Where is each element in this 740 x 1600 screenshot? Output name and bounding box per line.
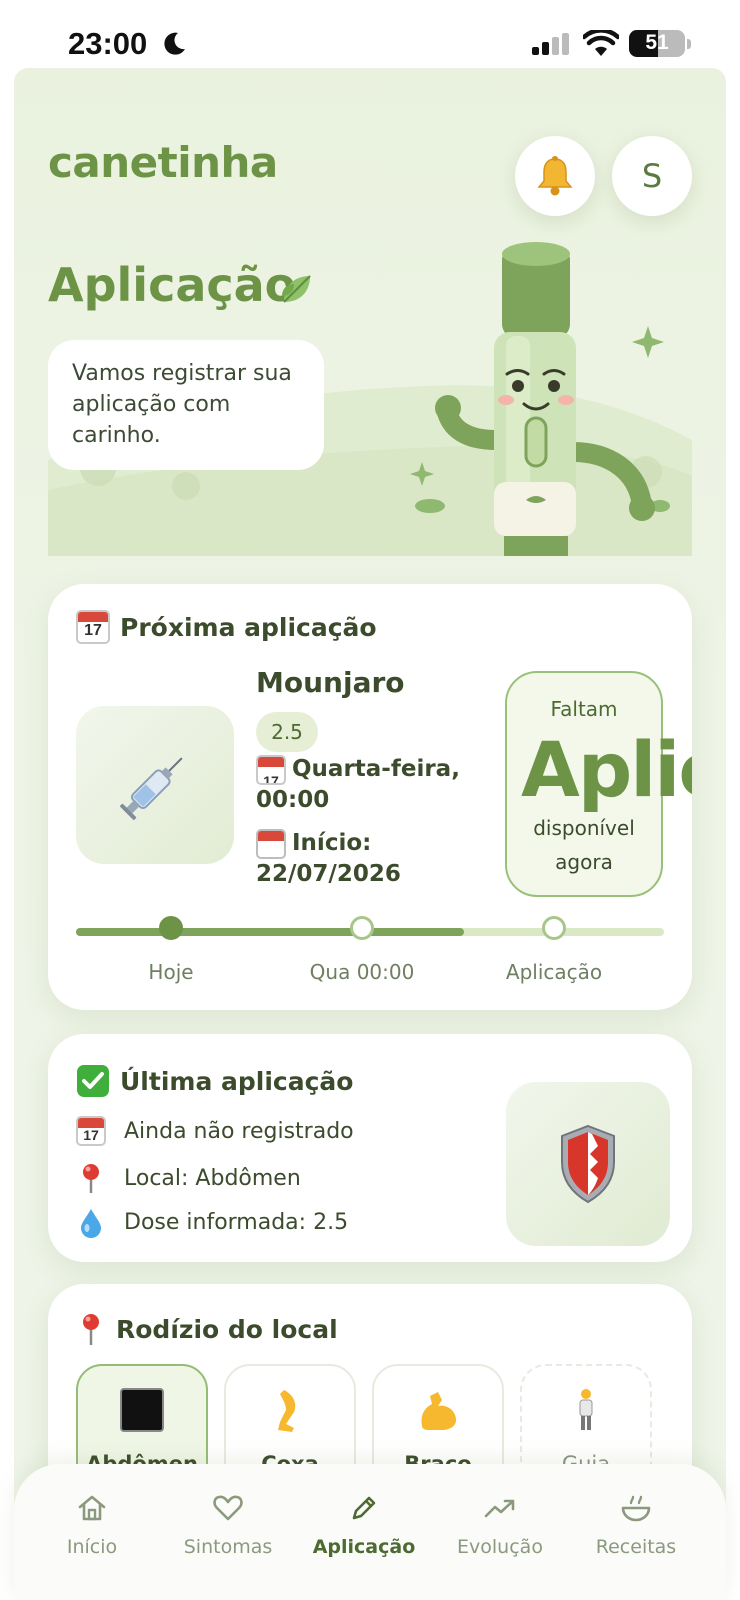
countdown-sub: disponível agora: [533, 816, 635, 874]
shield-icon: [561, 1124, 615, 1204]
next-application-header: 17 Próxima aplicação: [76, 610, 377, 644]
next-application-title: Próxima aplicação: [120, 612, 377, 642]
dose-badge: 2.5: [256, 712, 318, 752]
nav-label: Evolução: [457, 1536, 543, 1558]
nav-item-inicio[interactable]: Início: [32, 1490, 152, 1558]
nav-item-aplicacao[interactable]: Aplicação: [304, 1490, 424, 1558]
bowl-icon: [621, 1495, 651, 1522]
status-bar: 23:00 51: [0, 0, 740, 62]
flexed-biceps-icon: [421, 1392, 456, 1430]
brand-logo: canetinha: [48, 138, 278, 187]
timeline-label-today: Hoje: [148, 960, 194, 984]
check-mark-icon: [77, 1065, 109, 1097]
home-icon: [78, 1495, 106, 1521]
black-square-icon: [120, 1388, 164, 1432]
schedule-text: Quarta-feira, 00:00: [256, 756, 460, 813]
calendar-icon: 17: [256, 754, 286, 785]
timeline-label-next: Qua 00:00: [309, 960, 415, 984]
hero-message-bubble: Vamos registrar sua aplicação com carinh…: [48, 340, 324, 470]
nav-label: Sintomas: [183, 1536, 273, 1558]
pushpin-icon: [83, 1314, 99, 1345]
pushpin-icon: [83, 1164, 99, 1193]
heart-icon: [213, 1495, 243, 1521]
last-site-line: Local: Abdômen: [76, 1162, 301, 1194]
last-dose-text: Dose informada: 2.5: [124, 1209, 349, 1235]
person-standing-icon: [579, 1389, 593, 1430]
leg-icon: [278, 1390, 296, 1432]
status-time: 23:00: [68, 26, 148, 61]
next-application-card: 17 Próxima aplicação Mounjaro 2.5 17 Quar…: [48, 584, 692, 1010]
signal-icon: [532, 33, 569, 55]
syringe-icon: [120, 757, 183, 820]
last-site-text: Local: Abdômen: [124, 1165, 301, 1191]
droplet-icon: [81, 1209, 101, 1238]
last-status-line: 17 Ainda não registrado: [76, 1116, 354, 1146]
nav-label: Início: [66, 1536, 118, 1558]
nav-item-evolucao[interactable]: Evolução: [440, 1490, 560, 1558]
site-rotation-title: Rodízio do local: [116, 1314, 338, 1344]
nav-label: Receitas: [595, 1536, 677, 1558]
shield-image: [506, 1082, 670, 1246]
calendar-icon: 17: [76, 610, 110, 644]
timeline-label-application: Aplicação: [505, 960, 603, 984]
last-dose-line: Dose informada: 2.5: [76, 1206, 348, 1238]
calendar-icon: 17: [76, 1116, 106, 1146]
moon-icon: [164, 32, 185, 55]
last-status-text: Ainda não registrado: [124, 1118, 354, 1144]
last-application-header: Última aplicação: [76, 1064, 353, 1098]
avatar-initial: S: [641, 157, 663, 195]
timeline-dot-application: [542, 916, 566, 940]
site-rotation-header: Rodízio do local: [76, 1312, 338, 1346]
countdown-box: Faltam Aplic disponível agora: [505, 671, 692, 897]
start-date: 22/07/2026: [256, 861, 401, 887]
trending-up-icon: [484, 1499, 515, 1518]
notifications-button[interactable]: [515, 136, 595, 216]
nav-label: Aplicação: [312, 1536, 416, 1558]
start-date-line: Início: 22/07/2026: [256, 828, 486, 890]
bell-icon: [537, 156, 573, 196]
pencil-icon: [352, 1496, 376, 1520]
timeline-dot-next: [350, 916, 374, 940]
nav-item-receitas[interactable]: Receitas: [576, 1490, 696, 1558]
nav-item-sintomas[interactable]: Sintomas: [168, 1490, 288, 1558]
countdown-value: Aplic: [521, 725, 692, 814]
medication-image: [76, 706, 234, 864]
profile-avatar-button[interactable]: S: [612, 136, 692, 216]
timeline-dot-today: [159, 916, 183, 940]
page-title: Aplicação: [48, 258, 297, 312]
notepad-icon: [256, 828, 286, 859]
countdown-label: Faltam: [550, 697, 618, 721]
last-application-card: Última aplicação 17 Ainda não registrado…: [48, 1034, 692, 1262]
wifi-icon: [583, 30, 619, 56]
leaf-icon: [282, 275, 311, 303]
medication-name: Mounjaro: [256, 666, 405, 699]
schedule-line: 17 Quarta-feira, 00:00: [256, 754, 486, 816]
bottom-navigation: Início Sintomas Aplicação Evolução Recei…: [14, 1464, 726, 1600]
start-label: Início:: [292, 830, 372, 856]
timeline-progress: [76, 928, 465, 936]
battery-indicator: 51: [629, 30, 685, 57]
last-application-title: Última aplicação: [120, 1066, 354, 1096]
